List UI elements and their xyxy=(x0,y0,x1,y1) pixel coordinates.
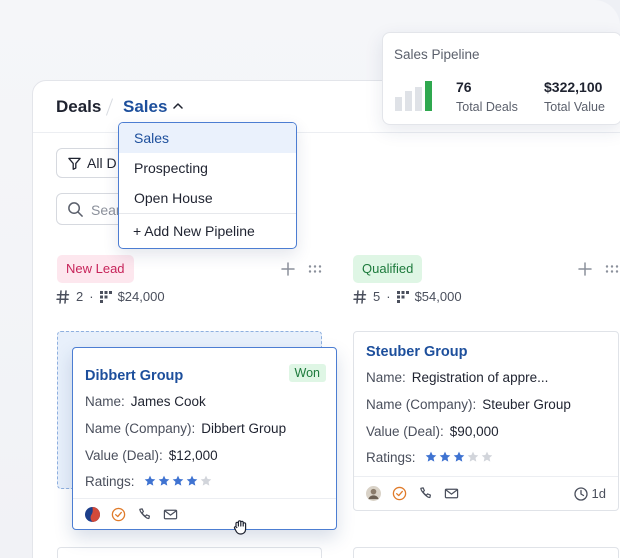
total-value-value: $322,100 xyxy=(544,79,603,95)
add-pipeline-button[interactable]: + Add New Pipeline xyxy=(119,216,296,246)
star-icon[interactable] xyxy=(186,475,198,487)
add-icon[interactable] xyxy=(578,262,592,276)
column-amount: $54,000 xyxy=(414,289,462,304)
deal-card-partial[interactable] xyxy=(353,547,619,558)
phone-icon[interactable] xyxy=(418,486,433,501)
phone-icon[interactable] xyxy=(137,507,152,522)
hash-icon xyxy=(353,289,367,304)
add-icon[interactable] xyxy=(281,262,295,276)
deal-rating-row: Ratings: xyxy=(85,474,212,489)
star-icon[interactable] xyxy=(425,451,437,463)
bar-chart-icon xyxy=(395,81,432,111)
separator-dot: · xyxy=(89,289,94,304)
star-icon[interactable] xyxy=(172,475,184,487)
summary-title: Sales Pipeline xyxy=(394,47,480,62)
star-icon[interactable] xyxy=(481,451,493,463)
star-rating[interactable] xyxy=(144,475,212,487)
drag-handle-icon[interactable] xyxy=(605,262,619,276)
star-icon[interactable] xyxy=(144,475,156,487)
page-title: Deals xyxy=(56,97,102,116)
column-amount: $24,000 xyxy=(117,289,165,304)
pipeline-option-prospecting[interactable]: Prospecting xyxy=(119,153,296,183)
amount-icon xyxy=(99,290,112,303)
hash-icon xyxy=(56,289,70,304)
total-deals-value: 76 xyxy=(456,79,472,95)
separator-dot: · xyxy=(386,289,391,304)
total-value-label: Total Value xyxy=(544,100,605,114)
column-count: 2 xyxy=(76,289,84,304)
column-new-lead-label: New Lead xyxy=(57,255,134,283)
pipeline-selector[interactable]: Sales xyxy=(123,97,167,117)
pipeline-option-sales[interactable]: Sales xyxy=(119,123,296,153)
check-circle-icon[interactable] xyxy=(111,507,126,522)
check-circle-icon[interactable] xyxy=(392,486,407,501)
status-badge: Won xyxy=(288,364,326,382)
amount-icon xyxy=(396,290,409,303)
pipeline-dropdown-menu: Sales Prospecting Open House + Add New P… xyxy=(118,122,297,249)
star-icon[interactable] xyxy=(439,451,451,463)
card-footer xyxy=(73,498,336,529)
drag-handle-icon[interactable] xyxy=(308,262,322,276)
deal-contact-row: Name: James Cook xyxy=(85,394,206,409)
filter-label: All D xyxy=(87,155,117,171)
chevron-up-icon[interactable] xyxy=(173,103,183,109)
deal-value-row: Value (Deal): $90,000 xyxy=(366,424,499,439)
pipeline-summary-card: Sales Pipeline 76 Total Deals $322,100 T… xyxy=(382,32,620,125)
column-new-lead-meta: 2 · $24,000 xyxy=(56,289,165,304)
star-icon[interactable] xyxy=(200,475,212,487)
deal-company-row: Name (Company): Dibbert Group xyxy=(85,421,287,436)
deal-rating-row: Ratings: xyxy=(366,450,493,465)
pipeline-option-open-house[interactable]: Open House xyxy=(119,183,296,213)
filter-icon xyxy=(68,157,81,170)
avatar[interactable] xyxy=(366,486,381,501)
menu-divider xyxy=(119,213,296,214)
grab-cursor-icon xyxy=(233,520,247,535)
column-count: 5 xyxy=(373,289,381,304)
star-icon[interactable] xyxy=(453,451,465,463)
clock-icon xyxy=(573,486,588,501)
column-qualified-label: Qualified xyxy=(353,255,423,283)
card-footer: 1d xyxy=(354,476,618,510)
deal-title[interactable]: Dibbert Group xyxy=(85,368,183,384)
column-qualified-meta: 5 · $54,000 xyxy=(353,289,462,304)
mail-icon[interactable] xyxy=(444,486,459,501)
deal-card-dibbert[interactable]: Dibbert Group Won Name: James Cook Name (… xyxy=(72,347,337,530)
total-deals-label: Total Deals xyxy=(456,100,518,114)
deal-contact-row: Name: Registration of appre... xyxy=(366,370,549,385)
star-icon[interactable] xyxy=(158,475,170,487)
deal-card-steuber[interactable]: Steuber Group Name: Registration of appre… xyxy=(353,331,619,511)
star-icon[interactable] xyxy=(467,451,479,463)
deal-value-row: Value (Deal): $12,000 xyxy=(85,448,218,463)
title-divider xyxy=(105,98,114,116)
deal-company-row: Name (Company): Steuber Group xyxy=(366,397,571,412)
star-rating[interactable] xyxy=(425,451,493,463)
search-icon xyxy=(68,202,83,217)
mail-icon[interactable] xyxy=(163,507,178,522)
deal-card-partial[interactable] xyxy=(57,547,322,558)
avatar[interactable] xyxy=(85,507,100,522)
deal-title[interactable]: Steuber Group xyxy=(366,344,468,360)
deal-age: 1d xyxy=(573,486,606,501)
